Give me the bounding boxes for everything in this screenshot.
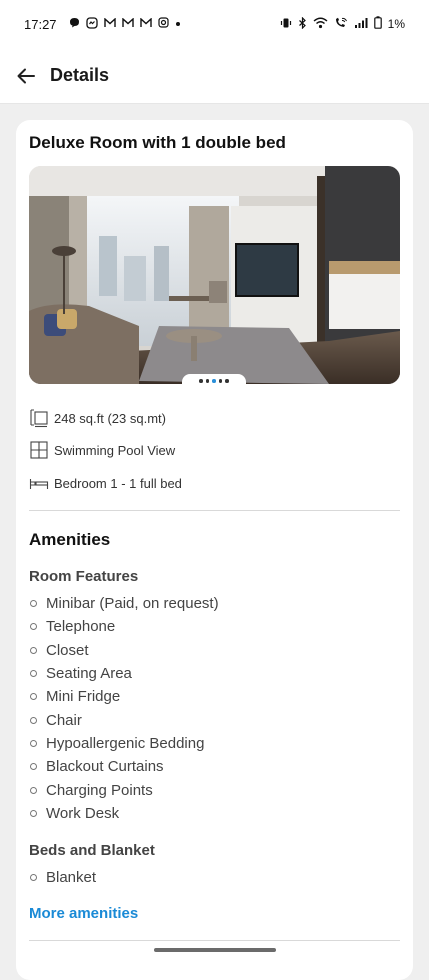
- room-size-row: 248 sq.ft (23 sq.mt): [29, 408, 166, 428]
- list-item: Charging Points: [29, 778, 219, 801]
- battery-percent: 1%: [387, 17, 405, 31]
- room-size-icon: [29, 408, 49, 428]
- signal-icon: [354, 17, 368, 32]
- divider: [29, 510, 400, 511]
- bed-icon: [29, 473, 49, 493]
- status-left: 17:27: [24, 17, 181, 32]
- feature-label: Telephone: [46, 618, 116, 636]
- bullet-icon: [30, 809, 37, 817]
- carousel-dot[interactable]: [218, 379, 223, 383]
- bullet-icon: [30, 693, 37, 701]
- arrow-left-icon: [17, 68, 35, 83]
- room-features-heading: Room Features: [29, 568, 139, 585]
- carousel-dot[interactable]: [199, 379, 203, 383]
- amenities-heading: Amenities: [29, 530, 111, 549]
- feature-label: Chair: [46, 711, 82, 729]
- feature-label: Charging Points: [46, 781, 153, 799]
- room-bed-text: Bedroom 1 - 1 full bed: [54, 475, 182, 491]
- carousel-dot[interactable]: [205, 379, 210, 383]
- instagram-icon: [157, 17, 169, 31]
- feature-label: Closet: [46, 641, 89, 659]
- list-item: Hypoallergenic Bedding: [29, 732, 219, 755]
- list-item: Seating Area: [29, 662, 219, 685]
- bullet-icon: [30, 600, 37, 608]
- bullet-icon: [30, 874, 37, 882]
- bullet-icon: [30, 670, 37, 678]
- beds-list: Blanket: [29, 866, 96, 889]
- status-time: 17:27: [24, 16, 57, 32]
- wifi-call-icon: [334, 17, 348, 32]
- vibrate-icon: [280, 17, 292, 32]
- feature-label: Minibar (Paid, on request): [46, 595, 219, 613]
- feature-label: Blanket: [46, 869, 97, 887]
- bullet-icon: [30, 623, 37, 631]
- room-photo[interactable]: [29, 166, 400, 384]
- list-item: Blanket: [29, 866, 96, 889]
- bullet-icon: [30, 763, 37, 771]
- bullet-icon: [30, 716, 37, 724]
- list-item: Blackout Curtains: [29, 755, 219, 778]
- status-bar: 17:27 1%: [0, 0, 429, 48]
- list-item: Chair: [29, 708, 219, 731]
- list-item: Closet: [29, 639, 219, 662]
- more-dot-icon: [175, 19, 181, 30]
- carousel-dot[interactable]: [225, 379, 229, 383]
- back-button[interactable]: [14, 64, 38, 88]
- beds-blanket-heading: Beds and Blanket: [29, 842, 155, 859]
- gmail-icon: [103, 16, 116, 31]
- battery-icon: [373, 16, 382, 32]
- status-right: 1%: [280, 16, 405, 32]
- gmail-icon: [121, 16, 134, 31]
- divider: [29, 940, 400, 941]
- more-amenities-link[interactable]: More amenities: [29, 905, 138, 922]
- bullet-icon: [30, 646, 37, 654]
- app-header: Details: [0, 48, 429, 104]
- bullet-icon: [30, 739, 37, 747]
- messenger-icon: [85, 16, 98, 32]
- bullet-icon: [30, 786, 37, 794]
- list-item: Minibar (Paid, on request): [29, 592, 219, 615]
- room-bed-row: Bedroom 1 - 1 full bed: [29, 473, 182, 493]
- gmail-icon: [139, 16, 152, 31]
- room-size-text: 248 sq.ft (23 sq.mt): [54, 410, 166, 426]
- feature-label: Work Desk: [46, 804, 120, 822]
- chat-bubble-icon: [69, 17, 80, 31]
- bluetooth-icon: [298, 16, 307, 32]
- page-title: Details: [50, 65, 110, 85]
- room-view-text: Swimming Pool View: [54, 442, 176, 458]
- carousel-dots[interactable]: [182, 374, 246, 388]
- room-view-row: Swimming Pool View: [29, 440, 175, 460]
- feature-label: Hypoallergenic Bedding: [46, 734, 205, 752]
- feature-label: Blackout Curtains: [46, 758, 164, 776]
- list-item: Telephone: [29, 615, 219, 638]
- wifi-icon: [313, 17, 328, 32]
- feature-label: Mini Fridge: [46, 688, 121, 706]
- window-icon: [29, 440, 49, 460]
- room-features-list: Minibar (Paid, on request) Telephone Clo…: [29, 592, 219, 825]
- feature-label: Seating Area: [46, 665, 132, 683]
- home-indicator[interactable]: [154, 948, 276, 952]
- list-item: Mini Fridge: [29, 685, 219, 708]
- room-title: Deluxe Room with 1 double bed: [29, 133, 286, 152]
- room-details-card: Deluxe Room with 1 double bed 248 sq.ft …: [16, 120, 413, 980]
- list-item: Work Desk: [29, 802, 219, 825]
- carousel-dot-active[interactable]: [212, 379, 216, 383]
